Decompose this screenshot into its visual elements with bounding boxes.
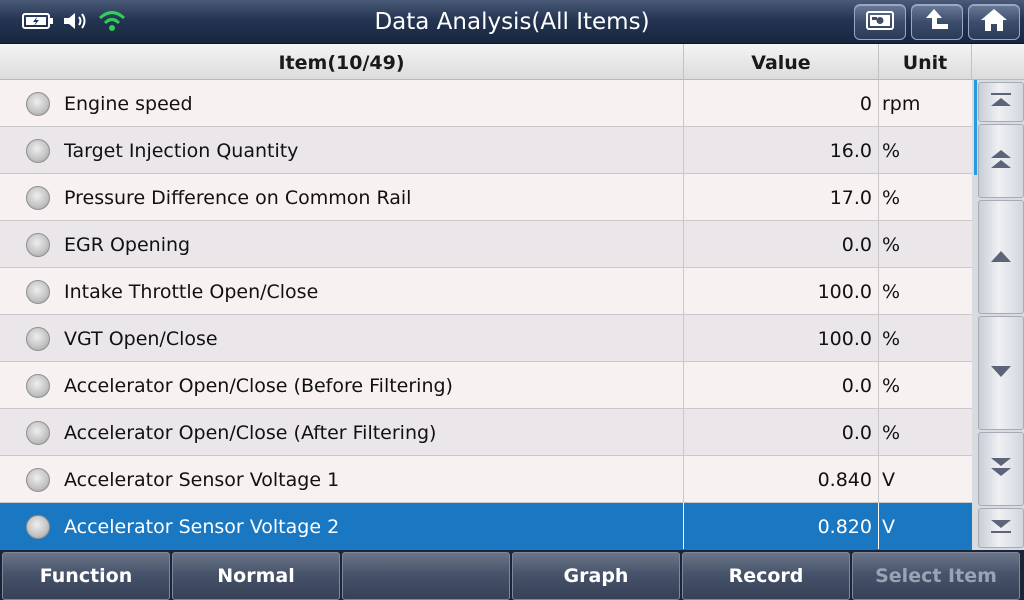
item-cell: Accelerator Open/Close (After Filtering) bbox=[0, 409, 684, 455]
scroll-top-button[interactable] bbox=[978, 82, 1024, 122]
blank-button[interactable] bbox=[342, 552, 510, 600]
function-button[interactable]: Function bbox=[2, 552, 170, 600]
scroll-position-indicator bbox=[974, 80, 977, 175]
item-unit: % bbox=[882, 281, 901, 303]
item-cell: Accelerator Sensor Voltage 1 bbox=[0, 456, 684, 502]
data-table: Engine speed 0 rpm Target Injection Quan… bbox=[0, 80, 972, 550]
page-down-button[interactable] bbox=[978, 432, 1024, 506]
item-name: Intake Throttle Open/Close bbox=[64, 281, 319, 303]
item-cell: Target Injection Quantity bbox=[0, 127, 684, 173]
scroll-top-icon bbox=[989, 92, 1013, 112]
screenshot-button[interactable] bbox=[854, 4, 906, 40]
item-name: Accelerator Sensor Voltage 2 bbox=[64, 516, 340, 538]
item-cell: Accelerator Sensor Voltage 2 bbox=[0, 503, 684, 549]
table-row[interactable]: Accelerator Open/Close (After Filtering)… bbox=[0, 409, 972, 456]
item-unit: V bbox=[882, 516, 895, 538]
radio-button[interactable] bbox=[26, 186, 50, 210]
radio-button[interactable] bbox=[26, 92, 50, 116]
page-up-button[interactable] bbox=[978, 124, 1024, 198]
title-bar: Data Analysis(All Items) bbox=[0, 0, 1024, 44]
select-item-button[interactable]: Select Item bbox=[852, 552, 1020, 600]
column-header-unit: Unit bbox=[879, 44, 972, 80]
item-name: Engine speed bbox=[64, 93, 193, 115]
back-icon bbox=[922, 7, 952, 37]
scroll-bottom-icon bbox=[989, 518, 1013, 538]
item-value: 100.0 bbox=[684, 315, 879, 361]
scroll-bottom-button[interactable] bbox=[978, 508, 1024, 548]
radio-button[interactable] bbox=[26, 327, 50, 351]
line-down-icon bbox=[989, 364, 1013, 383]
table-row[interactable]: Target Injection Quantity 16.0 % bbox=[0, 127, 972, 174]
page-down-icon bbox=[989, 456, 1013, 482]
item-unit: % bbox=[882, 375, 901, 397]
graph-button[interactable]: Graph bbox=[512, 552, 680, 600]
item-cell: Accelerator Open/Close (Before Filtering… bbox=[0, 362, 684, 408]
home-button[interactable] bbox=[968, 4, 1020, 40]
back-button[interactable] bbox=[911, 4, 963, 40]
table-header-corner bbox=[972, 44, 1024, 80]
radio-button[interactable] bbox=[26, 468, 50, 492]
line-up-button[interactable] bbox=[978, 200, 1024, 314]
radio-button[interactable] bbox=[26, 421, 50, 445]
item-cell: Pressure Difference on Common Rail bbox=[0, 174, 684, 220]
item-value: 0.0 bbox=[684, 221, 879, 267]
item-name: Pressure Difference on Common Rail bbox=[64, 187, 412, 209]
item-value: 0.0 bbox=[684, 362, 879, 408]
item-value: 0 bbox=[684, 80, 879, 126]
item-unit: % bbox=[882, 140, 901, 162]
table-row[interactable]: Accelerator Sensor Voltage 1 0.840 V bbox=[0, 456, 972, 503]
item-value: 0.820 bbox=[684, 503, 879, 549]
item-value: 17.0 bbox=[684, 174, 879, 220]
item-unit: % bbox=[882, 422, 901, 444]
item-name: EGR Opening bbox=[64, 234, 191, 256]
radio-button[interactable] bbox=[26, 515, 50, 539]
item-value: 0.0 bbox=[684, 409, 879, 455]
column-header-item: Item(10/49) bbox=[0, 44, 684, 80]
item-name: Target Injection Quantity bbox=[64, 140, 299, 162]
item-unit: V bbox=[882, 469, 895, 491]
item-cell: Intake Throttle Open/Close bbox=[0, 268, 684, 314]
item-name: VGT Open/Close bbox=[64, 328, 218, 350]
radio-button[interactable] bbox=[26, 280, 50, 304]
item-cell: VGT Open/Close bbox=[0, 315, 684, 361]
item-unit: % bbox=[882, 187, 901, 209]
bottom-toolbar: Function Normal Graph Record Select Item bbox=[0, 550, 1024, 600]
item-name: Accelerator Open/Close (Before Filtering… bbox=[64, 375, 453, 397]
item-value: 0.840 bbox=[684, 456, 879, 502]
item-name: Accelerator Sensor Voltage 1 bbox=[64, 469, 340, 491]
record-button[interactable]: Record bbox=[682, 552, 850, 600]
item-cell: EGR Opening bbox=[0, 221, 684, 267]
table-row[interactable]: Engine speed 0 rpm bbox=[0, 80, 972, 127]
item-value: 16.0 bbox=[684, 127, 879, 173]
radio-button[interactable] bbox=[26, 374, 50, 398]
page-up-icon bbox=[989, 148, 1013, 174]
item-unit: rpm bbox=[882, 93, 921, 115]
item-name: Accelerator Open/Close (After Filtering) bbox=[64, 422, 437, 444]
table-row[interactable]: Accelerator Open/Close (Before Filtering… bbox=[0, 362, 972, 409]
screenshot-icon bbox=[865, 9, 895, 35]
radio-button[interactable] bbox=[26, 139, 50, 163]
table-row[interactable]: Pressure Difference on Common Rail 17.0 … bbox=[0, 174, 972, 221]
home-icon bbox=[979, 7, 1009, 37]
item-unit: % bbox=[882, 234, 901, 256]
item-cell: Engine speed bbox=[0, 80, 684, 126]
table-row[interactable]: EGR Opening 0.0 % bbox=[0, 221, 972, 268]
column-header-value: Value bbox=[684, 44, 879, 80]
normal-button[interactable]: Normal bbox=[172, 552, 340, 600]
item-unit: % bbox=[882, 328, 901, 350]
table-row[interactable]: VGT Open/Close 100.0 % bbox=[0, 315, 972, 362]
table-row-selected[interactable]: Accelerator Sensor Voltage 2 0.820 V bbox=[0, 503, 972, 550]
item-value: 100.0 bbox=[684, 268, 879, 314]
line-up-icon bbox=[989, 248, 1013, 267]
top-buttons bbox=[854, 4, 1020, 40]
table-row[interactable]: Intake Throttle Open/Close 100.0 % bbox=[0, 268, 972, 315]
radio-button[interactable] bbox=[26, 233, 50, 257]
table-header: Item(10/49) Value Unit bbox=[0, 44, 972, 80]
line-down-button[interactable] bbox=[978, 316, 1024, 430]
